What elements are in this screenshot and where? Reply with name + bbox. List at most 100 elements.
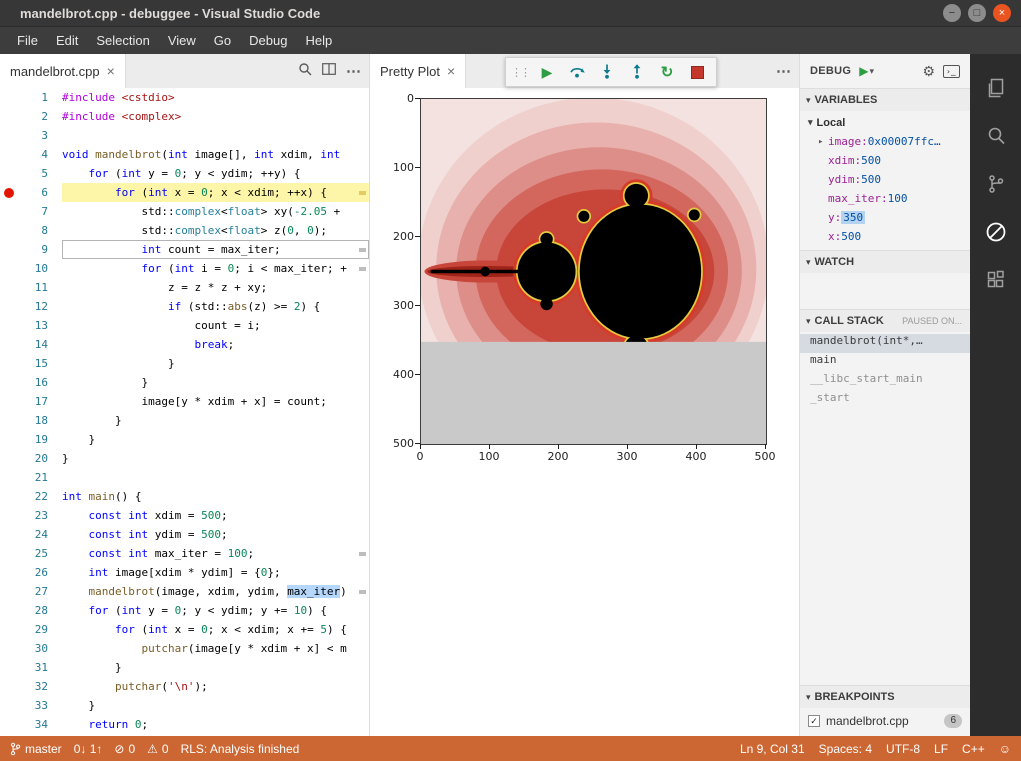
debug-console-icon[interactable]: ›_ [943, 64, 960, 78]
call-stack-section-header[interactable]: ▾ CALL STACK PAUSED ON... [800, 309, 970, 332]
checkbox[interactable]: ✓ [808, 714, 820, 727]
menu-debug[interactable]: Debug [240, 27, 296, 54]
gutter[interactable]: 25 [0, 544, 62, 563]
gutter[interactable]: 3 [0, 126, 62, 145]
breakpoints-section-header[interactable]: ▾ BREAKPOINTS [800, 685, 970, 708]
variable-row[interactable]: y: 350 [800, 208, 970, 227]
gutter[interactable]: 22 [0, 487, 62, 506]
gutter[interactable]: 1 [0, 88, 62, 107]
code-line[interactable]: 20} [0, 449, 369, 468]
gear-icon[interactable]: ⚙ [922, 63, 935, 80]
gutter[interactable]: 21 [0, 468, 62, 487]
code-line[interactable]: 12 if (std::abs(z) >= 2) { [0, 297, 369, 316]
menu-view[interactable]: View [159, 27, 205, 54]
code-line[interactable]: 2 #include <complex> [0, 107, 369, 126]
gutter[interactable]: 20 [0, 449, 62, 468]
gutter[interactable]: 24 [0, 525, 62, 544]
stack-frame[interactable]: __libc_start_main [800, 372, 970, 391]
variable-row[interactable]: ▸ image: 0x00007ffc… [800, 132, 970, 151]
activity-source-control-icon[interactable] [970, 160, 1021, 208]
gutter[interactable]: 9 [0, 240, 62, 259]
code-line[interactable]: 15 } [0, 354, 369, 373]
code-line[interactable]: 24 const int ydim = 500; [0, 525, 369, 544]
stack-frame[interactable]: main [800, 353, 970, 372]
continue-button[interactable]: ▶ [532, 60, 562, 84]
activity-extensions-icon[interactable] [970, 256, 1021, 304]
gutter[interactable]: 6 [0, 183, 62, 202]
code-line[interactable]: 31 } [0, 658, 369, 677]
gutter[interactable]: 11 [0, 278, 62, 297]
code-line[interactable]: 22 int main() { [0, 487, 369, 506]
gutter[interactable]: 18 [0, 411, 62, 430]
gutter[interactable]: 14 [0, 335, 62, 354]
start-debugging-button[interactable]: ▶ ▾ [859, 64, 874, 78]
tab-pretty-plot[interactable]: Pretty Plot × [370, 54, 467, 88]
step-into-button[interactable] [592, 60, 622, 84]
status-feedback[interactable]: ☺ [999, 742, 1011, 756]
gutter[interactable]: 23 [0, 506, 62, 525]
code-line[interactable]: 9 int count = max_iter; [0, 240, 369, 259]
variable-row[interactable]: max_iter: 100 [800, 189, 970, 208]
code-line[interactable]: 19 } [0, 430, 369, 449]
gutter[interactable]: 31 [0, 658, 62, 677]
code-line[interactable]: 1 #include <cstdio> [0, 88, 369, 107]
code-line[interactable]: 10 for (int i = 0; i < max_iter; + [0, 259, 369, 278]
variable-row[interactable]: xdim: 500 [800, 151, 970, 170]
close-tab-icon[interactable]: × [447, 63, 455, 79]
code-line[interactable]: 28 for (int y = 0; y < ydim; y += 10) { [0, 601, 369, 620]
more-actions-icon[interactable]: ⋯ [776, 62, 791, 80]
restart-button[interactable]: ↻ [652, 60, 682, 84]
code-line[interactable]: 8 std::complex<float> z(0, 0); [0, 221, 369, 240]
code-line[interactable]: 26 int image[xdim * ydim] = {0}; [0, 563, 369, 582]
minimize-button[interactable]: − [943, 4, 961, 22]
close-window-button[interactable]: × [993, 4, 1011, 22]
variable-row[interactable]: x: 500 [800, 227, 970, 246]
gutter[interactable]: 32 [0, 677, 62, 696]
menu-edit[interactable]: Edit [47, 27, 87, 54]
status-branch[interactable]: master [10, 742, 62, 756]
status-sync[interactable]: 0↓ 1↑ [74, 742, 103, 756]
gutter[interactable]: 13 [0, 316, 62, 335]
activity-debug-icon[interactable] [970, 208, 1021, 256]
code-line[interactable]: 3 [0, 126, 369, 145]
menu-help[interactable]: Help [296, 27, 341, 54]
menu-selection[interactable]: Selection [87, 27, 158, 54]
gutter[interactable]: 8 [0, 221, 62, 240]
code-line[interactable]: 14 break; [0, 335, 369, 354]
code-line[interactable]: 5 for (int y = 0; y < ydim; ++y) { [0, 164, 369, 183]
code-line[interactable]: 16 } [0, 373, 369, 392]
split-editor-icon[interactable] [322, 62, 336, 80]
code-line[interactable]: 29 for (int x = 0; x < xdim; x += 5) { [0, 620, 369, 639]
status-cursor-position[interactable]: Ln 9, Col 31 [740, 742, 805, 756]
code-line[interactable]: 27 mandelbrot(image, xdim, ydim, max_ite… [0, 582, 369, 601]
code-line[interactable]: 4 void mandelbrot(int image[], int xdim, … [0, 145, 369, 164]
gutter[interactable]: 27 [0, 582, 62, 601]
gutter[interactable]: 4 [0, 145, 62, 164]
maximize-button[interactable]: □ [968, 4, 986, 22]
gutter[interactable]: 26 [0, 563, 62, 582]
watch-section-header[interactable]: ▾ WATCH [800, 250, 970, 273]
gutter[interactable]: 29 [0, 620, 62, 639]
activity-search-icon[interactable] [970, 112, 1021, 160]
variable-row[interactable]: ydim: 500 [800, 170, 970, 189]
gutter[interactable]: 15 [0, 354, 62, 373]
status-indentation[interactable]: Spaces: 4 [819, 742, 872, 756]
gutter[interactable]: 19 [0, 430, 62, 449]
code-editor[interactable]: 1 #include <cstdio> 2 #include <complex> 3 4 v… [0, 88, 369, 736]
code-line[interactable]: 23 const int xdim = 500; [0, 506, 369, 525]
close-tab-icon[interactable]: × [107, 63, 115, 79]
gutter[interactable]: 28 [0, 601, 62, 620]
gutter[interactable]: 12 [0, 297, 62, 316]
search-icon[interactable] [298, 62, 312, 81]
breakpoint-row[interactable]: ✓ mandelbrot.cpp 6 [800, 711, 970, 730]
code-line[interactable]: 6 for (int x = 0; x < xdim; ++x) { [0, 183, 369, 202]
code-line[interactable]: 13 count = i; [0, 316, 369, 335]
status-warnings[interactable]: ⚠ 0 [147, 742, 168, 756]
variables-section-header[interactable]: ▾ VARIABLES [800, 88, 970, 111]
code-line[interactable]: 25 const int max_iter = 100; [0, 544, 369, 563]
status-errors[interactable]: ⊘ 0 [114, 742, 135, 756]
code-line[interactable]: 7 std::complex<float> xy(-2.05 + [0, 202, 369, 221]
status-language-mode[interactable]: C++ [962, 742, 985, 756]
code-line[interactable]: 32 putchar('\n'); [0, 677, 369, 696]
step-out-button[interactable] [622, 60, 652, 84]
